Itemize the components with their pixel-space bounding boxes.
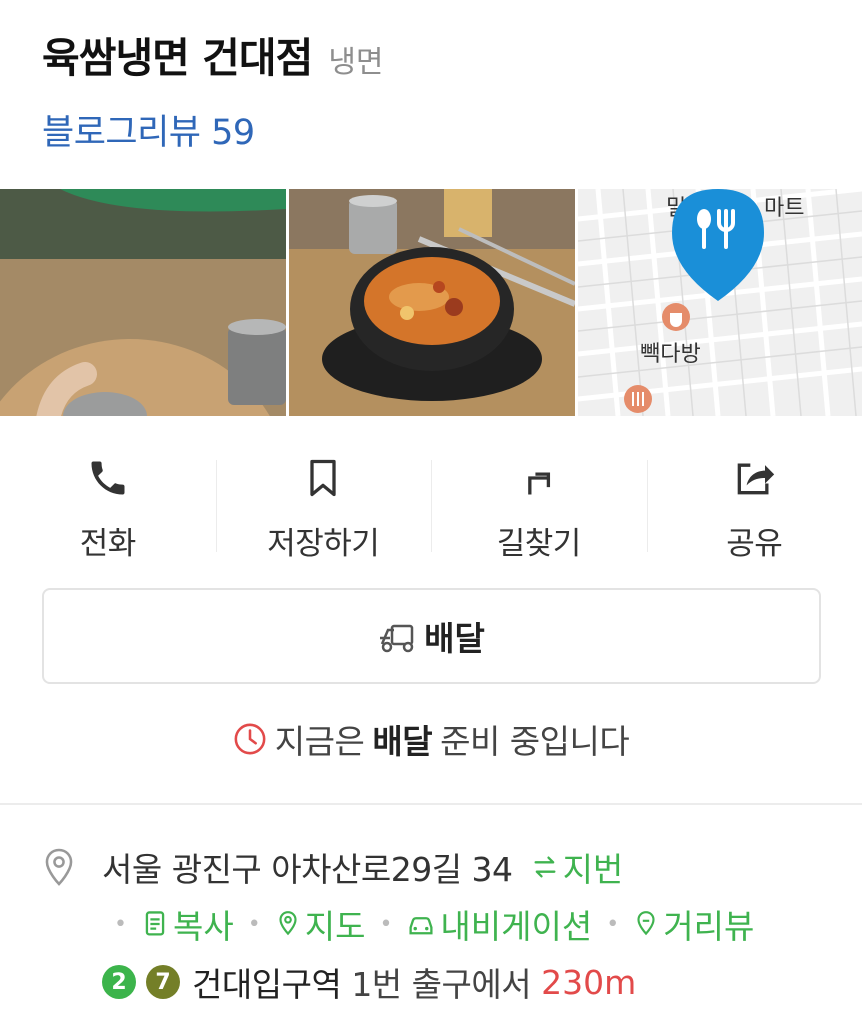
address-links: • 복사 • 지도 • 내비게이션 • 거리뷰 [100,900,754,948]
separator-dot: • [606,911,620,937]
address-text: 서울 광진구 아차산로29길 34 [102,850,513,889]
navigation-link[interactable]: 내비게이션 [406,900,592,948]
call-label: 전화 [79,526,137,562]
subway-line-badge: 2 [102,965,136,999]
place-title: 육쌈냉면 건대점 [42,34,313,82]
map-label-mart: 마트 [764,196,804,221]
address-row: 서울 광진구 아차산로29길 34 지번 [42,843,623,891]
share-label: 공유 [726,526,783,562]
navigation-label: 내비게이션 [440,907,593,946]
street-view-icon [637,911,655,936]
stew-photo[interactable] [289,189,575,416]
station-name: 건대입구역 [192,965,342,1004]
separator-dot: • [114,911,127,937]
delivery-truck-icon [380,624,414,653]
share-button[interactable]: 공유 [646,448,862,568]
blog-review-link[interactable]: 블로그리뷰 59 [42,104,255,155]
copy-label: 복사 [172,907,234,946]
blog-review-count: 59 [211,113,255,153]
map-link[interactable]: 지도 [275,900,366,948]
photo-strip: 밀 마트 빽다방 [0,189,862,416]
delivery-button[interactable]: 배달 [42,588,821,684]
place-header: 육쌈냉면 건대점 냉면 [42,24,384,84]
copy-link[interactable]: 복사 [141,900,234,948]
subway-line-badge: 7 [146,965,180,999]
notice-suffix: 준비 중입니다 [440,722,630,761]
phone-icon [91,461,125,495]
clock-icon [234,723,266,755]
blog-review-label: 블로그리뷰 [42,113,201,153]
notice-bold: 배달 [372,722,433,761]
directions-icon [527,472,550,495]
nearby-station: 2 7 건대입구역 1번 출구에서 230m [102,958,636,1006]
car-icon [409,917,433,935]
separator-dot: • [247,911,261,937]
map-label-paik: 빽다방 [640,342,701,367]
directions-label: 길찾기 [496,526,582,562]
swap-icon [534,856,556,878]
notice-prefix: 지금은 [274,722,365,761]
section-divider [0,803,862,805]
jibun-label: 지번 [562,850,624,889]
place-category: 냉면 [328,45,384,80]
street-view-label: 거리뷰 [663,907,755,946]
naengmyeon-photo[interactable] [0,189,286,416]
delivery-notice: 지금은 배달 준비 중입니다 [0,715,862,763]
copy-icon [145,911,165,936]
station-exit: 1번 출구에서 [351,965,532,1004]
action-bar: 전화 저장하기 길찾기 공유 [0,448,862,568]
map-thumbnail[interactable]: 밀 마트 빽다방 [578,189,862,416]
station-distance: 230m [541,962,637,1002]
map-label: 지도 [304,907,366,946]
delivery-label: 배달 [424,619,485,658]
call-button[interactable]: 전화 [0,448,216,568]
street-view-link[interactable]: 거리뷰 [633,900,754,948]
bookmark-icon [310,459,336,497]
save-label: 저장하기 [267,526,380,562]
jibun-toggle[interactable]: 지번 [531,843,624,891]
save-button[interactable]: 저장하기 [215,448,432,568]
map-pin-icon [279,911,297,936]
share-icon [737,463,775,495]
directions-button[interactable]: 길찾기 [431,448,647,568]
location-pin-icon [45,848,73,886]
separator-dot: • [379,911,393,937]
